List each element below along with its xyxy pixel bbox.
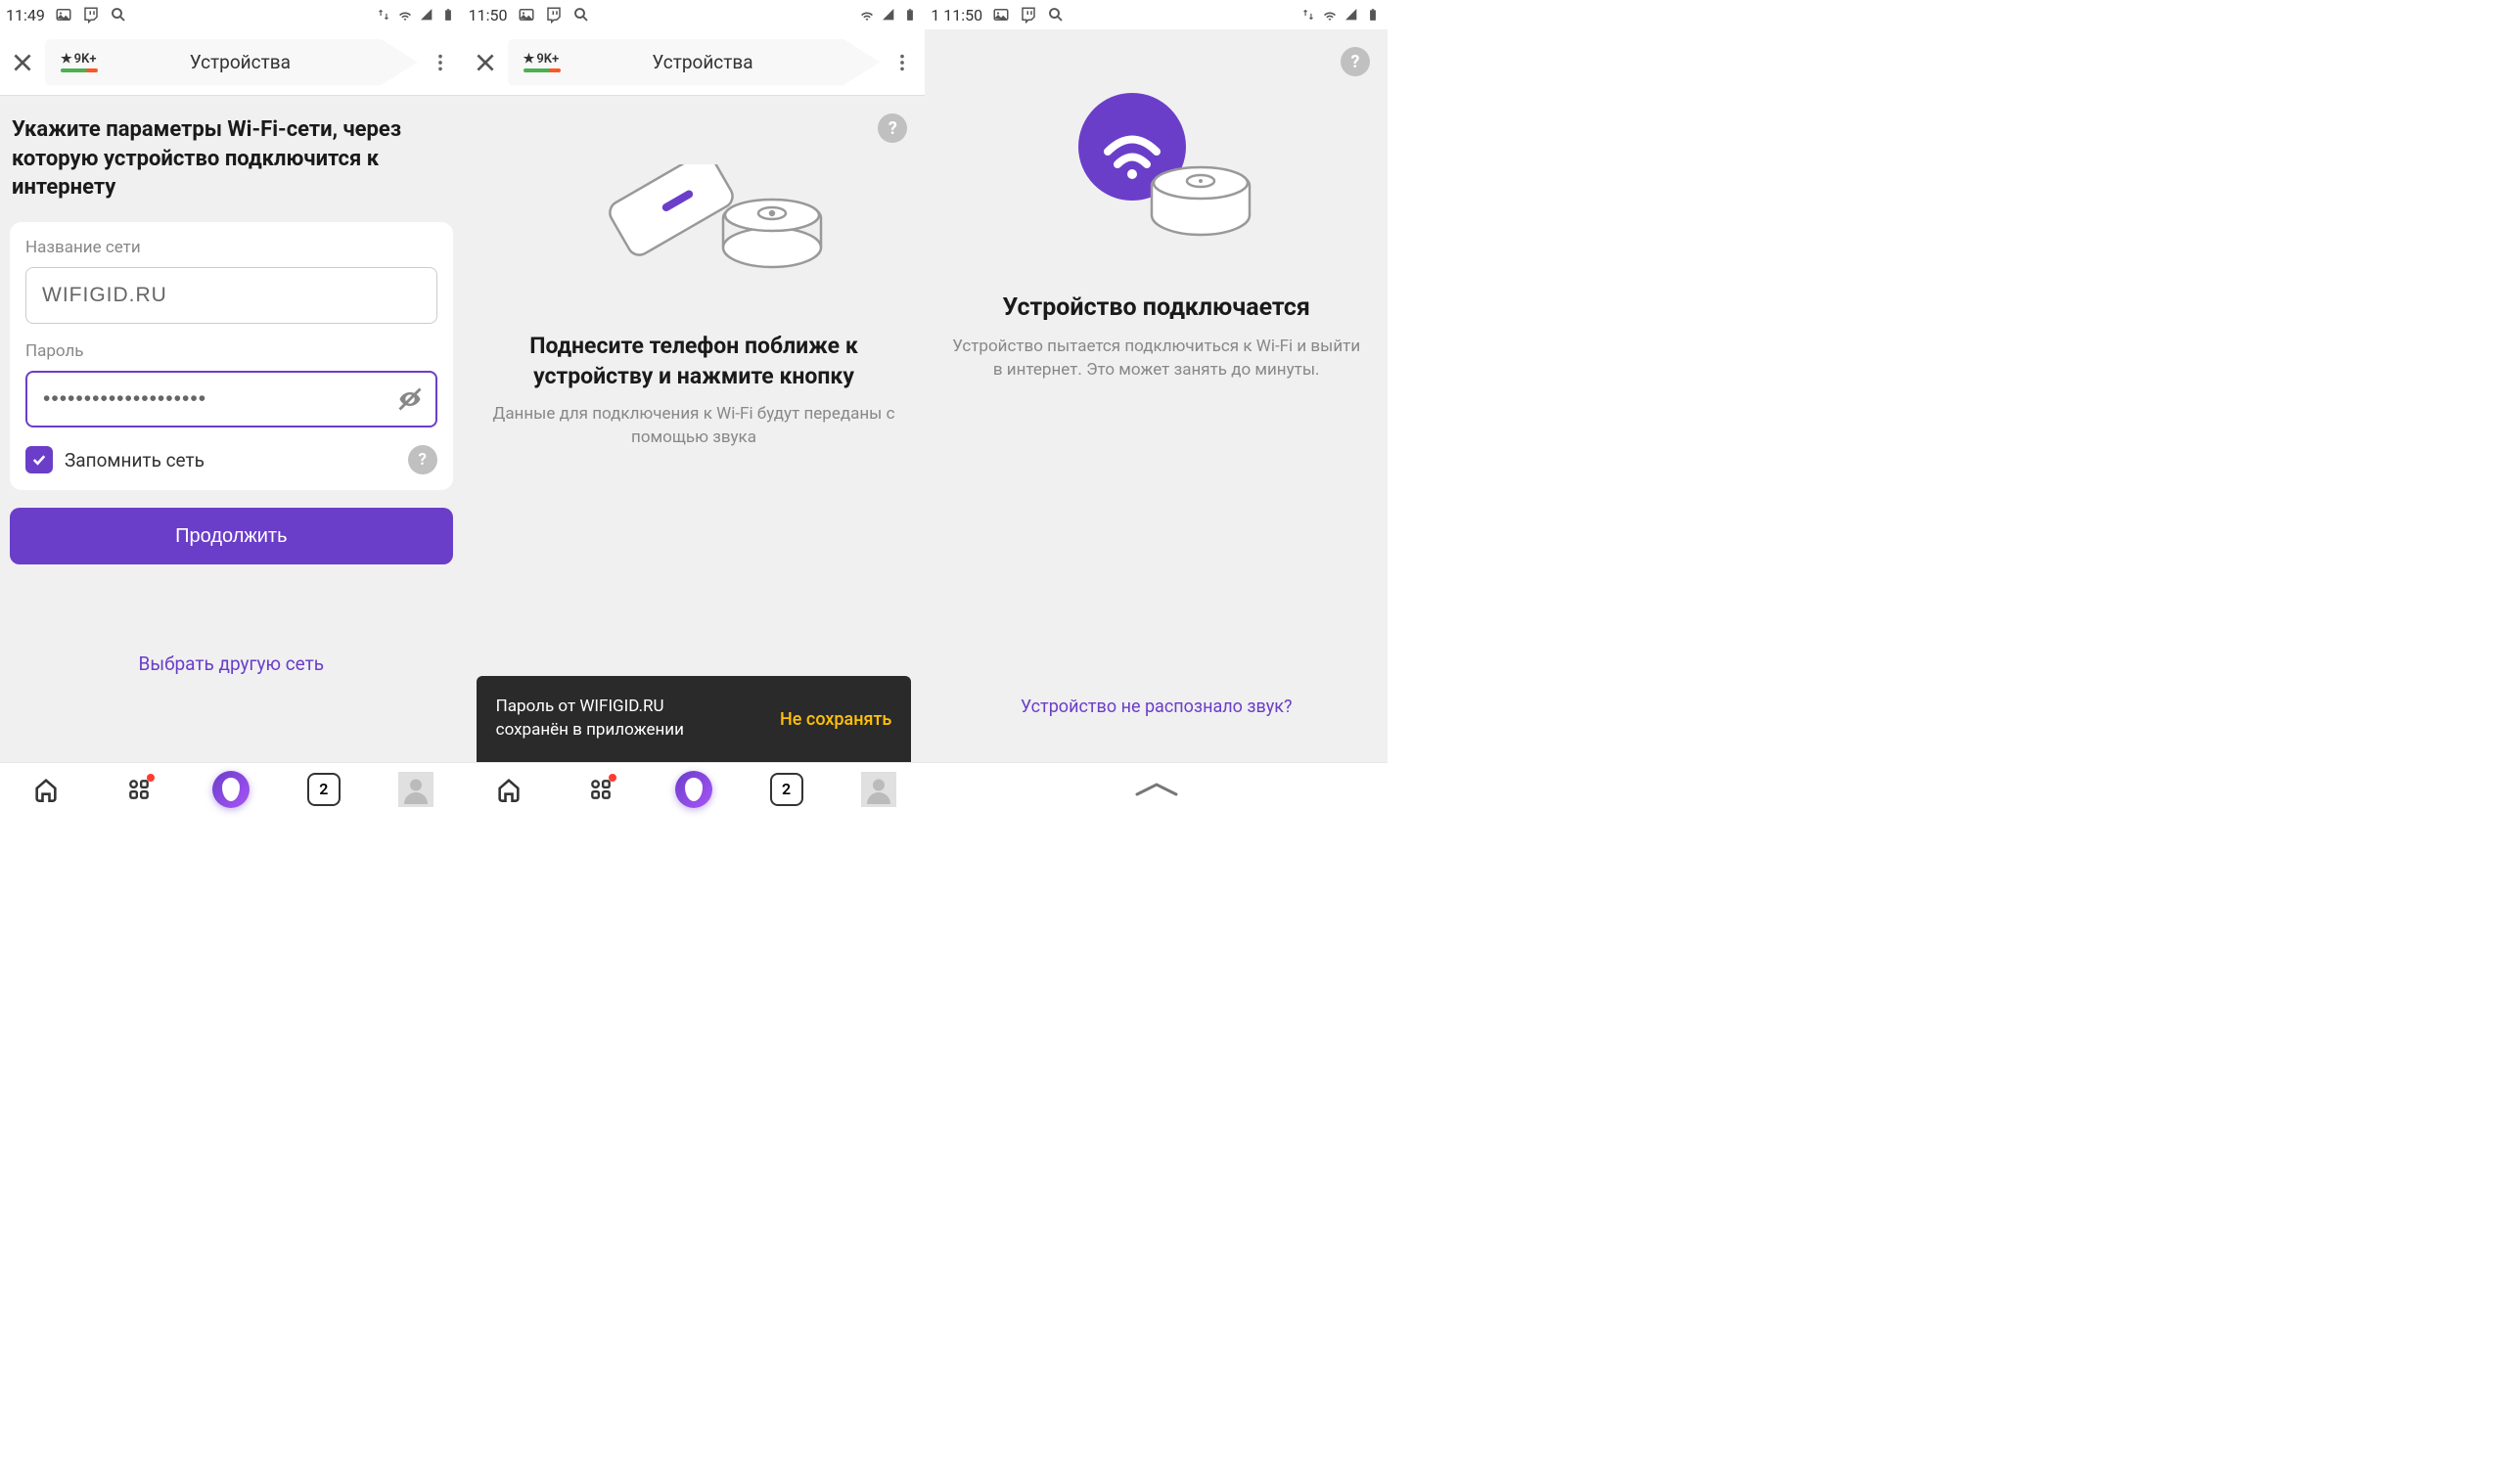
tab-bar: ★9K+ Устройства — [0, 29, 463, 96]
password-saved-toast: Пароль от WIFIGID.RU сохранён в приложен… — [477, 676, 912, 762]
star-icon: ★ — [524, 52, 535, 67]
nav-tabs[interactable]: 2 — [767, 770, 806, 809]
nav-tabs[interactable]: 2 — [304, 770, 343, 809]
close-button[interactable] — [471, 48, 500, 77]
rating-bar — [524, 68, 561, 72]
network-input[interactable] — [25, 267, 437, 324]
signal-icon — [1343, 6, 1360, 23]
battery-icon — [901, 6, 919, 23]
tab-rating-badge: ★9K+ — [61, 52, 98, 72]
toast-message: Пароль от WIFIGID.RU сохранён в приложен… — [496, 696, 684, 742]
status-time: 11:49 — [6, 6, 45, 24]
connecting-subtext: Устройство пытается подключиться к Wi-Fi… — [934, 336, 1378, 382]
status-bar: 11:50 — [463, 0, 926, 29]
sound-not-recognized-link[interactable]: Устройство не распознало звук? — [925, 697, 1388, 717]
browser-tab[interactable]: ★9K+ Устройства — [508, 39, 881, 86]
tab-bar: ★9K+ Устройства — [463, 29, 926, 96]
nav-home[interactable] — [489, 770, 528, 809]
wifi-speaker-illustration — [934, 78, 1378, 254]
help-icon[interactable]: ? — [878, 113, 907, 143]
swap-icon — [375, 6, 392, 23]
instruction-heading: Поднесите телефон поближе к устройству и… — [473, 331, 916, 391]
tab-menu-button[interactable] — [426, 48, 455, 77]
tab-title: Устройства — [108, 51, 402, 73]
rating-bar — [61, 68, 98, 72]
notification-dot — [147, 774, 155, 782]
status-time: 1 11:50 — [931, 6, 982, 24]
nav-home[interactable] — [26, 770, 66, 809]
search-icon — [1047, 6, 1065, 23]
bottom-nav: 2 — [0, 762, 463, 815]
avatar — [861, 772, 896, 807]
help-icon[interactable]: ? — [408, 445, 437, 474]
nav-apps[interactable] — [119, 770, 159, 809]
wifi-form-card: Название сети Пароль Запомнить сеть ? — [10, 222, 453, 490]
page-heading: Укажите параметры Wi-Fi-сети, через кото… — [10, 115, 453, 202]
continue-button[interactable]: Продолжить — [10, 508, 453, 564]
tab-menu-button[interactable] — [888, 48, 917, 77]
tab-rating-badge: ★9K+ — [524, 52, 561, 72]
remember-checkbox[interactable] — [25, 446, 53, 473]
search-icon — [572, 6, 590, 23]
swap-icon — [1299, 6, 1317, 23]
toast-dont-save-button[interactable]: Не сохранять — [780, 709, 891, 730]
search-icon — [110, 6, 127, 23]
twitch-icon — [82, 6, 100, 23]
image-icon — [992, 6, 1010, 23]
eye-off-icon[interactable] — [396, 385, 424, 413]
content-area: ? Устройство подключается Устройство — [925, 29, 1388, 815]
password-label: Пароль — [25, 341, 437, 361]
wifi-icon — [858, 6, 876, 23]
help-icon[interactable]: ? — [1341, 47, 1370, 76]
network-label: Название сети — [25, 238, 437, 257]
browser-tab[interactable]: ★9K+ Устройства — [45, 39, 418, 86]
password-input[interactable] — [25, 371, 437, 427]
screen-bring-phone: 11:50 ★9K+ Устройства ? — [463, 0, 926, 815]
status-bar: 11:49 — [0, 0, 463, 29]
nav-yandex[interactable] — [674, 770, 713, 809]
phone-speaker-illustration — [473, 164, 916, 301]
battery-icon — [439, 6, 457, 23]
bottom-nav — [925, 762, 1388, 815]
wifi-icon — [396, 6, 414, 23]
instruction-subtext: Данные для подключения к Wi-Fi будут пер… — [473, 403, 916, 450]
choose-other-network-link[interactable]: Выбрать другую сеть — [10, 652, 453, 675]
content-area: ? Поднесите телефон поближе к устройству… — [463, 96, 926, 815]
notification-dot — [609, 774, 616, 782]
connecting-heading: Устройство подключается — [934, 293, 1378, 322]
signal-icon — [880, 6, 897, 23]
remember-label: Запомнить сеть — [65, 449, 396, 472]
nav-chevron-up-icon[interactable] — [1117, 780, 1196, 799]
nav-profile[interactable] — [396, 770, 435, 809]
screen-wifi-params: 11:49 ★9K+ Устройства Укажите пар — [0, 0, 463, 815]
nav-apps[interactable] — [581, 770, 620, 809]
screen-connecting: 1 11:50 ? — [925, 0, 1388, 815]
avatar — [398, 772, 433, 807]
tab-title: Устройства — [570, 51, 865, 73]
twitch-icon — [1020, 6, 1037, 23]
star-icon: ★ — [61, 52, 72, 67]
status-bar: 1 11:50 — [925, 0, 1388, 29]
status-time: 11:50 — [469, 6, 508, 24]
remember-row: Запомнить сеть ? — [25, 445, 437, 474]
nav-yandex[interactable] — [211, 770, 250, 809]
bottom-nav: 2 — [463, 762, 926, 815]
battery-icon — [1364, 6, 1382, 23]
nav-profile[interactable] — [859, 770, 898, 809]
twitch-icon — [545, 6, 563, 23]
image-icon — [518, 6, 535, 23]
wifi-icon — [1321, 6, 1339, 23]
signal-icon — [418, 6, 435, 23]
content-area: Укажите параметры Wi-Fi-сети, через кото… — [0, 96, 463, 815]
close-button[interactable] — [8, 48, 37, 77]
image-icon — [55, 6, 72, 23]
